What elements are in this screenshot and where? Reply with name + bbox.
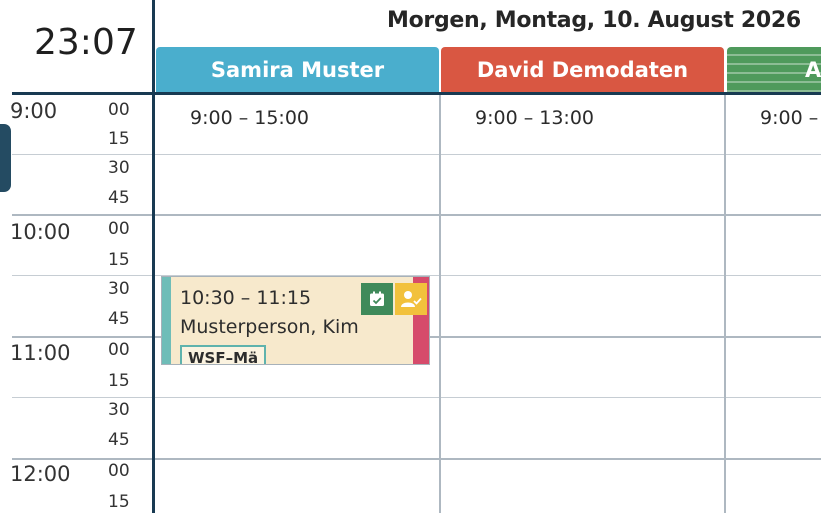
working-hours: 9:00 – 13:00 <box>475 107 595 129</box>
resource-name: A <box>805 57 821 82</box>
minute-label: 45 <box>108 188 130 208</box>
minute-label: 15 <box>108 371 130 391</box>
minute-label: 45 <box>108 309 130 329</box>
minute-label: 15 <box>108 492 130 512</box>
resource-header-third[interactable]: A <box>727 47 821 92</box>
minute-label: 00 <box>108 461 130 481</box>
column-divider <box>439 95 441 513</box>
resource-header-samira-muster[interactable]: Samira Muster <box>156 47 439 92</box>
user-check-icon[interactable] <box>395 283 427 315</box>
time-axis: 9:00 10:00 11:00 12:00 00 15 30 45 00 15… <box>0 95 152 513</box>
grid-line <box>155 214 821 216</box>
hour-line <box>12 458 152 460</box>
quarter-line <box>12 275 152 276</box>
working-hours: 9:00 – <box>760 107 819 129</box>
grid-line <box>155 458 821 460</box>
minute-label: 00 <box>108 219 130 239</box>
grid-line <box>155 154 821 155</box>
grid-line <box>155 397 821 398</box>
minute-label: 30 <box>108 158 130 178</box>
column-divider <box>724 95 726 513</box>
minute-label: 45 <box>108 430 130 450</box>
appointment-card[interactable]: 10:30 – 11:15 Musterperson, Kim WSF–Mä <box>161 276 430 365</box>
minute-label: 30 <box>108 400 130 420</box>
quarter-line <box>12 397 152 398</box>
day-header: Morgen, Montag, 10. August 2026 <box>155 0 821 48</box>
appointment-tag: WSF–Mä <box>180 345 267 364</box>
appointment-time: 10:30 – 11:15 <box>180 287 312 309</box>
hour-label: 11:00 <box>10 341 71 365</box>
working-hours: 9:00 – 15:00 <box>190 107 310 129</box>
appointment-accent-bar <box>162 277 171 364</box>
resource-name: David Demodaten <box>476 57 689 82</box>
minute-label: 30 <box>108 279 130 299</box>
header-divider <box>12 92 821 95</box>
date-title: Morgen, Montag, 10. August 2026 <box>387 8 801 33</box>
hour-line <box>12 214 152 216</box>
time-axis-divider <box>152 0 155 513</box>
hour-label: 9:00 <box>10 99 58 123</box>
minute-label: 15 <box>108 129 130 149</box>
resource-header-david-demodaten[interactable]: David Demodaten <box>441 47 724 92</box>
resource-name: Samira Muster <box>210 57 385 82</box>
hour-line <box>12 336 152 338</box>
clock-time: 23:07 <box>34 22 138 63</box>
appointment-person: Musterperson, Kim <box>180 316 359 338</box>
calendar-check-icon[interactable] <box>361 283 393 315</box>
minute-label: 00 <box>108 100 130 120</box>
hour-label: 12:00 <box>10 462 71 486</box>
minute-label: 00 <box>108 340 130 360</box>
hour-label: 10:00 <box>10 220 71 244</box>
minute-label: 15 <box>108 250 130 270</box>
quarter-line <box>12 154 152 155</box>
current-time-clock: 23:07 <box>0 0 153 93</box>
